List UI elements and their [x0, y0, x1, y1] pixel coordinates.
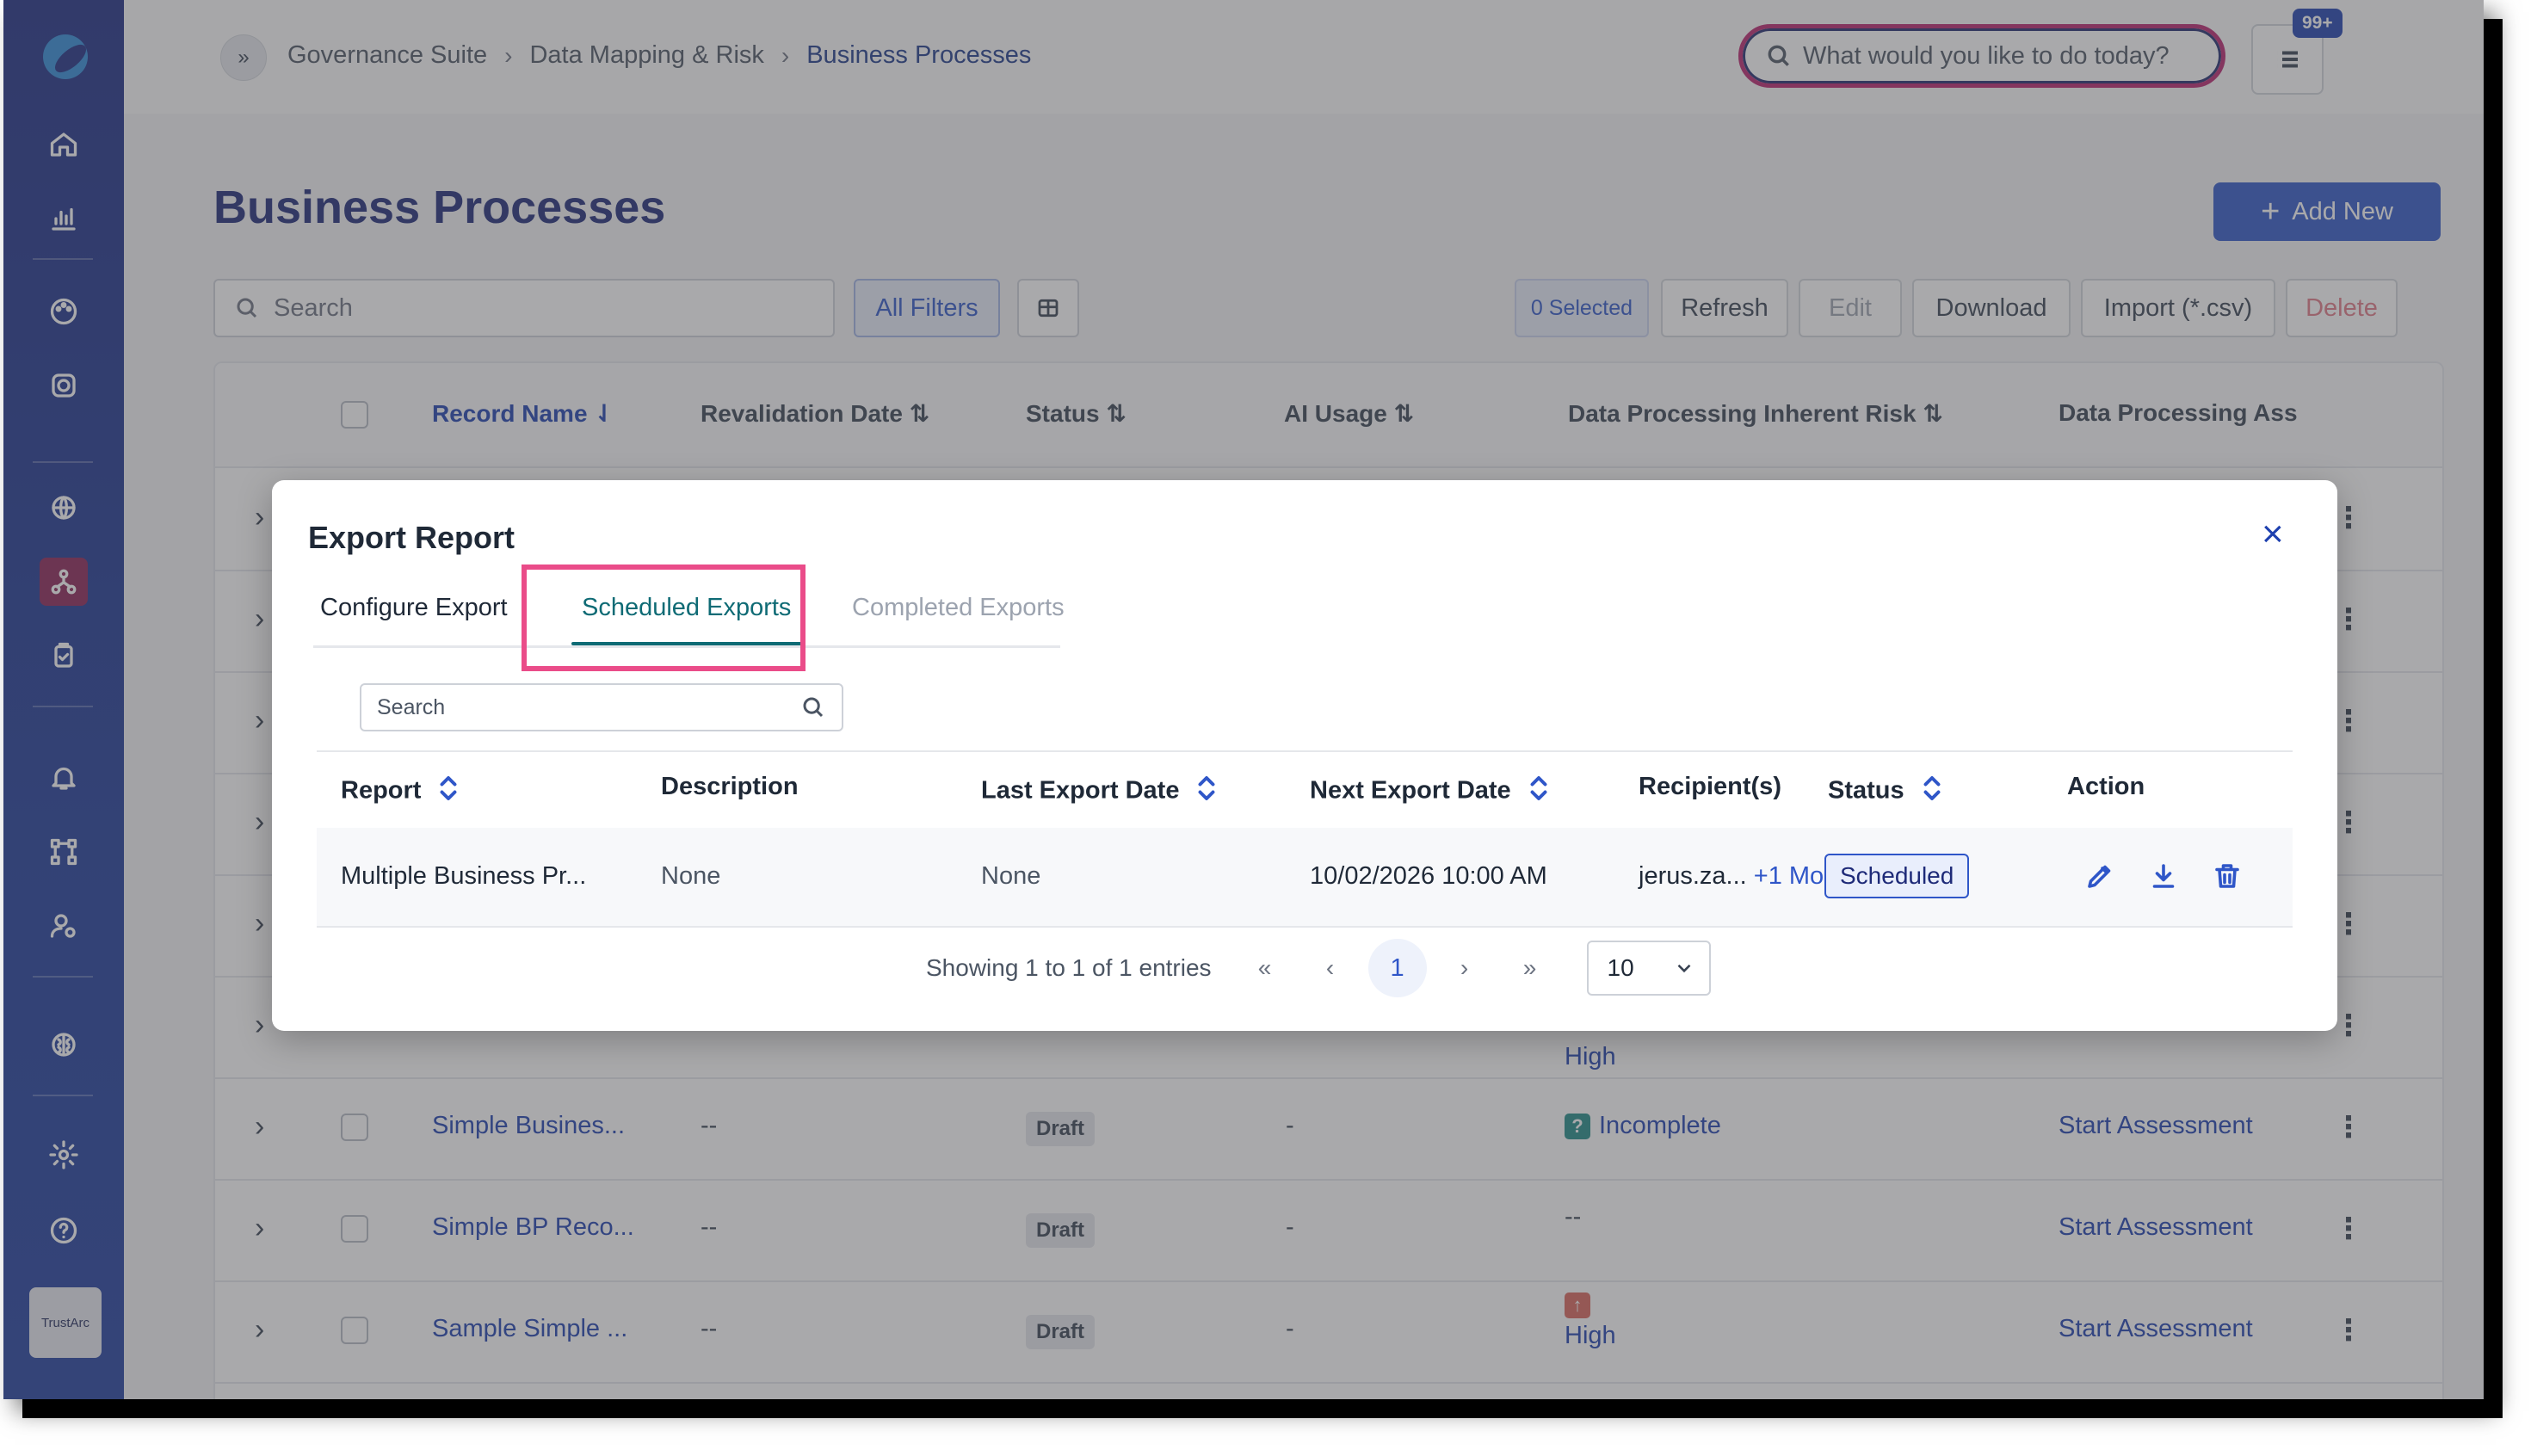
next-page-icon[interactable]: ›: [1432, 954, 1497, 982]
column-header-report[interactable]: Report: [341, 773, 459, 811]
sort-icon[interactable]: [1196, 773, 1217, 811]
page-size-value: 10: [1607, 954, 1634, 981]
app-window: TrustArc » Governance Suite › Data Mappi…: [3, 0, 2484, 1399]
sort-icon[interactable]: [1528, 773, 1549, 811]
recipient-email: jerus.za...: [1639, 862, 1747, 890]
sort-icon[interactable]: [438, 773, 459, 811]
chevron-down-icon: [1677, 964, 1690, 973]
edit-icon[interactable]: [2084, 861, 2119, 895]
recipients: jerus.za... +1 More: [1639, 862, 1846, 891]
sort-icon[interactable]: [1922, 773, 1942, 811]
download-icon[interactable]: [2148, 861, 2182, 895]
table-header: Report Description Last Export Date Next…: [317, 750, 2293, 830]
column-header-status[interactable]: Status: [1828, 773, 1942, 811]
column-header-label: Last Export Date: [981, 776, 1180, 805]
pagination: Showing 1 to 1 of 1 entries « ‹ 1 › » 10: [926, 938, 1711, 998]
first-page-icon[interactable]: «: [1232, 954, 1298, 982]
column-header-recipients: Recipient(s): [1639, 773, 1781, 800]
current-page[interactable]: 1: [1367, 939, 1427, 997]
page-size-select[interactable]: 10: [1586, 941, 1711, 996]
tab-completed-exports[interactable]: Completed Exports: [852, 594, 1065, 622]
last-page-icon[interactable]: »: [1497, 954, 1563, 982]
next-export-date: 10/02/2026 10:00 AM: [1310, 862, 1547, 890]
table-row: Multiple Business Pr... None None 10/02/…: [317, 828, 2293, 928]
column-header-label: Report: [341, 776, 422, 805]
column-header-description: Description: [661, 773, 799, 800]
column-header-last-export-date[interactable]: Last Export Date: [981, 773, 1217, 811]
search-icon: [803, 697, 824, 718]
trash-icon[interactable]: [2212, 861, 2246, 895]
report-description: None: [661, 862, 721, 890]
prev-page-icon[interactable]: ‹: [1298, 954, 1363, 982]
close-icon[interactable]: ×: [2262, 513, 2284, 556]
column-header-next-export-date[interactable]: Next Export Date: [1310, 773, 1549, 811]
column-header-action: Action: [2067, 773, 2145, 800]
status-badge: Scheduled: [1824, 854, 1970, 898]
modal-title: Export Report: [308, 520, 515, 555]
last-export-date: None: [981, 862, 1041, 890]
tab-highlight-box: [522, 565, 806, 671]
pagination-summary: Showing 1 to 1 of 1 entries: [926, 954, 1212, 981]
scheduled-search-placeholder: Search: [377, 694, 446, 719]
scheduled-search-input[interactable]: Search: [360, 683, 843, 731]
report-name: Multiple Business Pr...: [341, 862, 587, 890]
column-header-label: Next Export Date: [1310, 776, 1511, 805]
tab-configure-export[interactable]: Configure Export: [320, 594, 508, 622]
export-report-modal: Export Report × Configure Export Schedul…: [272, 480, 2337, 1031]
column-header-label: Status: [1828, 776, 1904, 805]
